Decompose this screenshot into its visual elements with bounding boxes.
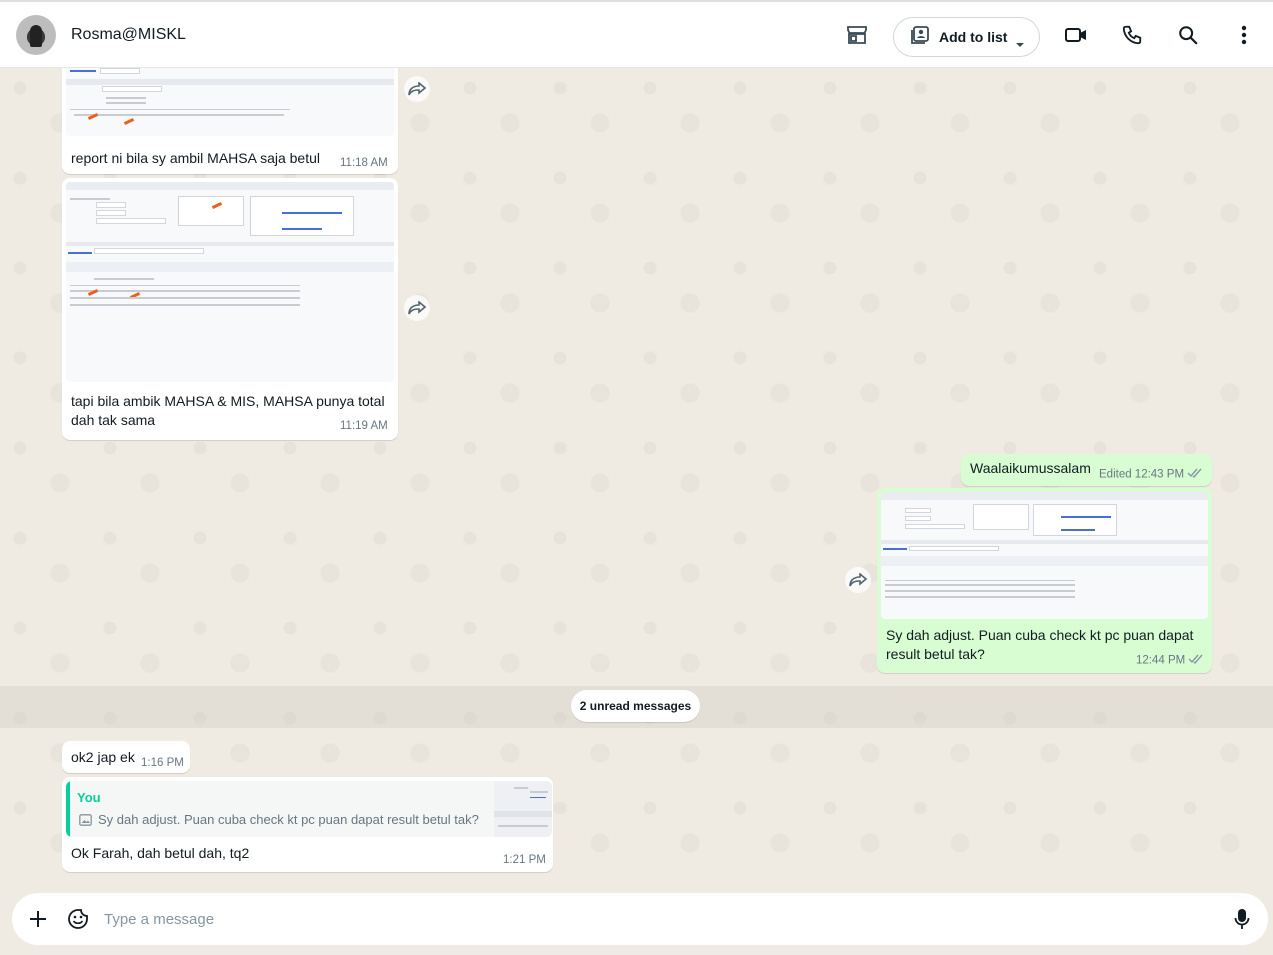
double-check-icon (1188, 654, 1204, 667)
message-composer (12, 893, 1268, 945)
incoming-image-message[interactable]: tapi bila ambik MAHSA & MIS, MAHSA punya… (62, 178, 398, 440)
unread-messages-badge: 2 unread messages (571, 690, 700, 722)
video-call-icon[interactable] (1063, 22, 1089, 48)
search-icon[interactable] (1175, 22, 1201, 48)
forward-icon[interactable] (404, 76, 430, 102)
outgoing-text-message[interactable]: Waalaikumussalam Edited 12:43 PM (961, 454, 1212, 486)
edited-time-label: Edited 12:43 PM (1099, 468, 1185, 481)
menu-icon[interactable] (1231, 22, 1257, 48)
message-status: Edited 12:43 PM (1099, 468, 1203, 481)
composer-bar (0, 891, 1273, 955)
forward-icon[interactable] (404, 295, 430, 321)
image-attachment[interactable] (66, 68, 394, 136)
contact-avatar[interactable] (16, 15, 56, 55)
message-time: 1:16 PM (141, 757, 184, 769)
incoming-text-message[interactable]: ok2 jap ek 1:16 PM (62, 741, 190, 773)
add-to-list-label: Add to list (939, 29, 1008, 45)
message-text: Waalaikumussalam (970, 460, 1091, 476)
microphone-icon[interactable] (1230, 907, 1254, 931)
forward-icon[interactable] (845, 567, 871, 593)
message-status: 12:44 PM (1136, 654, 1204, 667)
outgoing-image-message[interactable]: Sy dah adjust. Puan cuba check kt pc pua… (877, 488, 1212, 673)
voice-call-icon[interactable] (1119, 22, 1145, 48)
message-text: report ni bila sy ambil MAHSA saja betul (71, 150, 320, 166)
message-text: ok2 jap ek (71, 749, 135, 765)
double-check-icon (1187, 468, 1203, 481)
image-attachment[interactable] (881, 492, 1208, 619)
message-text: Ok Farah, dah betul dah, tq2 (71, 845, 250, 861)
image-icon (79, 813, 92, 831)
quoted-message[interactable]: You Sy dah adjust. Puan cuba check kt pc… (66, 781, 552, 837)
chevron-down-icon (1015, 35, 1025, 53)
store-icon[interactable] (844, 22, 870, 48)
chat-area[interactable]: report ni bila sy ambil MAHSA saja betul… (0, 68, 1273, 891)
chat-header: Rosma@MISKL Add to list (0, 0, 1273, 68)
message-time: 12:44 PM (1136, 654, 1186, 667)
plus-icon[interactable] (26, 907, 50, 931)
sticker-emoji-icon[interactable] (66, 907, 90, 931)
message-input[interactable] (104, 905, 1204, 933)
quote-text: Sy dah adjust. Puan cuba check kt pc pua… (98, 812, 479, 827)
incoming-image-message[interactable]: report ni bila sy ambil MAHSA saja betul… (62, 68, 398, 174)
message-time: 11:18 AM (340, 157, 388, 169)
contact-list-icon (910, 25, 930, 50)
message-time: 1:21 PM (503, 854, 546, 866)
quote-image-thumbnail (494, 781, 552, 837)
contact-name[interactable]: Rosma@MISKL (71, 26, 186, 44)
quote-author: You (77, 790, 101, 805)
image-attachment[interactable] (66, 182, 394, 382)
add-to-list-button[interactable]: Add to list (893, 17, 1040, 57)
message-time: 11:19 AM (340, 420, 388, 432)
quote-accent-bar (66, 781, 70, 837)
